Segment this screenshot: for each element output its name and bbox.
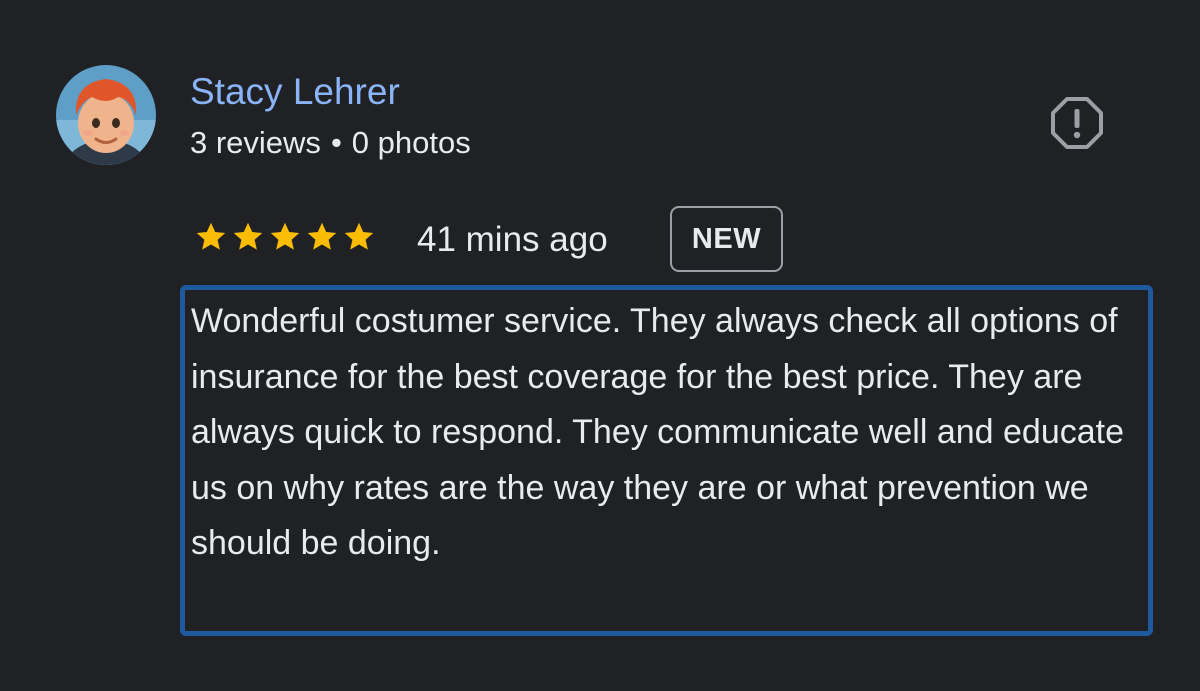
star-icon [307,222,337,250]
reviews-count: 3 reviews [190,125,321,160]
review-timestamp: 41 mins ago [417,220,608,259]
avatar-image [56,65,156,165]
report-flag-icon [1051,97,1103,149]
review-card: Stacy Lehrer 3 reviews • 0 photos 41 mins … [0,0,1200,691]
review-text: Wonderful costumer service. They always … [191,302,1124,562]
photos-count: 0 photos [351,125,471,160]
report-review-button[interactable] [1050,96,1104,150]
star-icon [233,222,263,250]
avatar[interactable] [56,65,156,165]
star-rating [193,219,377,255]
new-badge: NEW [670,206,783,272]
meta-separator: • [330,125,342,160]
reviewer-meta: 3 reviews • 0 photos [190,124,471,162]
reviewer-name[interactable]: Stacy Lehrer [190,70,400,114]
star-icon [270,222,300,250]
star-icon [196,222,226,250]
star-icon [344,222,374,250]
